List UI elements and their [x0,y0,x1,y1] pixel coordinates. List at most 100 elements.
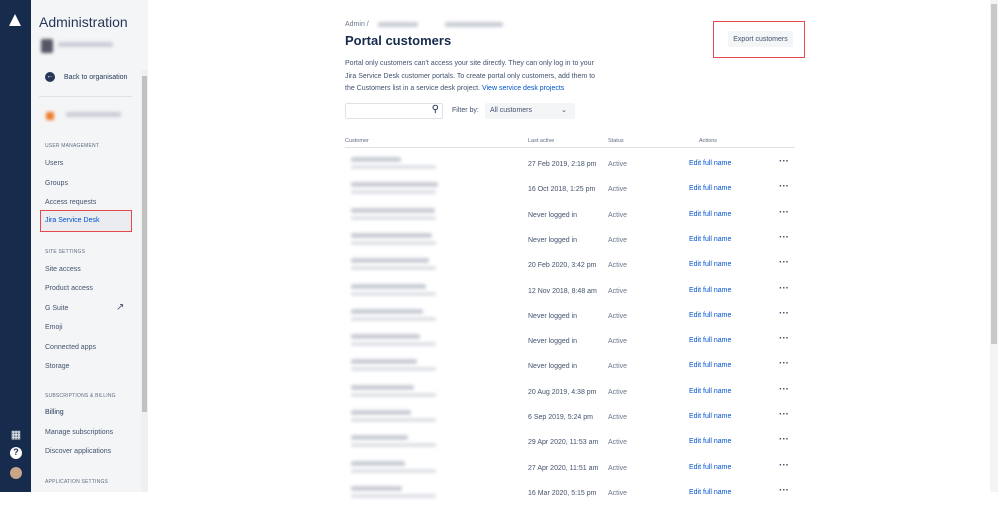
atlassian-logo-icon[interactable] [9,14,21,26]
app-switcher-icon[interactable]: ▦ [10,428,22,441]
more-icon[interactable]: ··· [779,156,789,167]
more-icon[interactable]: ··· [779,257,789,268]
customer-email [351,291,436,296]
customer-name [351,460,405,466]
status: Active [608,262,628,270]
view-service-desk-projects-link[interactable]: View service desk projects [482,85,564,92]
sidebar-item-g-suite[interactable]: G Suite [45,305,68,312]
last-active: 6 Sep 2019, 5:24 pm [528,414,593,421]
sidebar-item-access-requests[interactable]: Access requests [45,199,96,206]
avatar[interactable] [10,467,22,479]
sidebar-item-product-access[interactable]: Product access [45,285,93,292]
edit-full-name-link[interactable]: Edit full name [689,438,731,445]
edit-full-name-link[interactable]: Edit full name [689,211,731,218]
main-scrollbar-thumb[interactable] [991,4,997,344]
table-row: 29 Apr 2020, 11:53 am Active Edit full nam… [345,430,795,455]
customer-name [351,283,426,289]
more-icon[interactable]: ··· [779,485,789,496]
sidebar-item-jira-service-desk[interactable]: Jira Service Desk [40,210,132,232]
status: Active [608,414,628,421]
table-row: 20 Aug 2019, 4:38 pm Active Edit full name… [345,380,795,405]
edit-full-name-link[interactable]: Edit full name [689,464,731,471]
last-active: Never logged in [528,211,578,219]
global-nav: ▦ ? [0,0,31,492]
sidebar-item-users[interactable]: Users [45,160,63,167]
search-input[interactable]: ⚲ [345,103,443,119]
external-link-icon: ↗ [116,302,125,313]
more-icon[interactable]: ··· [779,384,789,395]
last-active: Never logged in [528,312,578,320]
customer-email [351,418,436,422]
filter-label: Filter by: [452,107,479,114]
breadcrumb-admin[interactable]: Admin [345,21,365,28]
edit-full-name-link[interactable]: Edit full name [689,160,731,167]
description: Portal only customers can't access your … [345,58,605,96]
sidebar-item-storage[interactable]: Storage [45,363,70,370]
filter-value: All customers [490,107,533,114]
search-icon[interactable]: ⚲ [432,104,439,115]
export-customers-button[interactable]: Export customers [728,31,793,47]
edit-full-name-link[interactable]: Edit full name [689,489,731,496]
section-heading: APPLICATION SETTINGS [45,479,109,485]
more-icon[interactable]: ··· [779,283,789,294]
customer-email [351,266,436,271]
customer-name [351,485,402,491]
column-last-active: Last active [528,138,555,144]
edit-full-name-link[interactable]: Edit full name [689,413,731,420]
table-row: 27 Feb 2019, 2:18 pm Active Edit full name… [345,152,795,177]
status: Active [608,186,628,194]
org-name [58,42,113,47]
edit-full-name-link[interactable]: Edit full name [689,362,731,369]
sidebar-scrollbar-thumb[interactable] [142,76,147,412]
last-active: 16 Oct 2018, 1:25 pm [528,186,596,194]
section-heading: SUBSCRIPTIONS & BILLING [45,393,116,399]
more-icon[interactable]: ··· [779,409,789,420]
sidebar-item-site-access[interactable]: Site access [45,266,81,273]
help-icon[interactable]: ? [10,447,22,459]
edit-full-name-link[interactable]: Edit full name [689,236,731,243]
last-active: 16 Mar 2020, 5:15 pm [528,489,597,497]
more-icon[interactable]: ··· [779,232,789,243]
breadcrumb-site[interactable] [445,22,503,27]
more-icon[interactable]: ··· [779,207,789,218]
edit-full-name-link[interactable]: Edit full name [689,185,731,192]
status: Active [608,489,628,497]
sidebar-item-manage-subscriptions[interactable]: Manage subscriptions [45,429,113,436]
status: Active [608,338,628,346]
more-icon[interactable]: ··· [779,460,789,471]
edit-full-name-link[interactable]: Edit full name [689,337,731,344]
last-active: 27 Feb 2019, 2:18 pm [528,161,597,168]
more-icon[interactable]: ··· [779,358,789,369]
edit-full-name-link[interactable]: Edit full name [689,312,731,319]
customer-name [351,384,414,390]
edit-full-name-link[interactable]: Edit full name [689,261,731,268]
more-icon[interactable]: ··· [779,434,789,445]
edit-full-name-link[interactable]: Edit full name [689,388,731,395]
more-icon[interactable]: ··· [779,333,789,344]
table-row: 16 Mar 2020, 5:15 pm Active Edit full name… [345,481,795,506]
more-icon[interactable]: ··· [779,181,789,192]
status: Active [608,388,628,396]
table-row: 16 Oct 2018, 1:25 pm Active Edit full name… [345,177,795,202]
section-heading: USER MANAGEMENT [45,143,100,149]
divider [39,96,132,97]
sidebar-item-billing[interactable]: Billing [45,409,64,416]
sidebar-item-groups[interactable]: Groups [45,180,68,187]
edit-full-name-link[interactable]: Edit full name [689,287,731,294]
back-to-organisation[interactable]: Back to organisation [64,74,127,81]
section-heading: SITE SETTINGS [45,249,86,255]
breadcrumb-org[interactable] [378,22,418,27]
sidebar-item-discover-applications[interactable]: Discover applications [45,448,111,455]
status: Active [608,161,628,168]
customer-name [351,182,438,188]
table-row: Never logged in Active Edit full name ··· [345,329,795,354]
filter-select[interactable]: All customers ⌄ [485,103,575,119]
sidebar: Administration ← Back to organisation US… [31,0,148,492]
sidebar-item-connected-apps[interactable]: Connected apps [45,344,96,351]
more-icon[interactable]: ··· [779,308,789,319]
sidebar-item-emoji[interactable]: Emoji [45,324,63,331]
last-active: Never logged in [528,338,578,346]
back-arrow-icon: ← [45,72,55,82]
table-row: Never logged in Active Edit full name ··· [345,228,795,253]
customer-email [351,316,436,321]
